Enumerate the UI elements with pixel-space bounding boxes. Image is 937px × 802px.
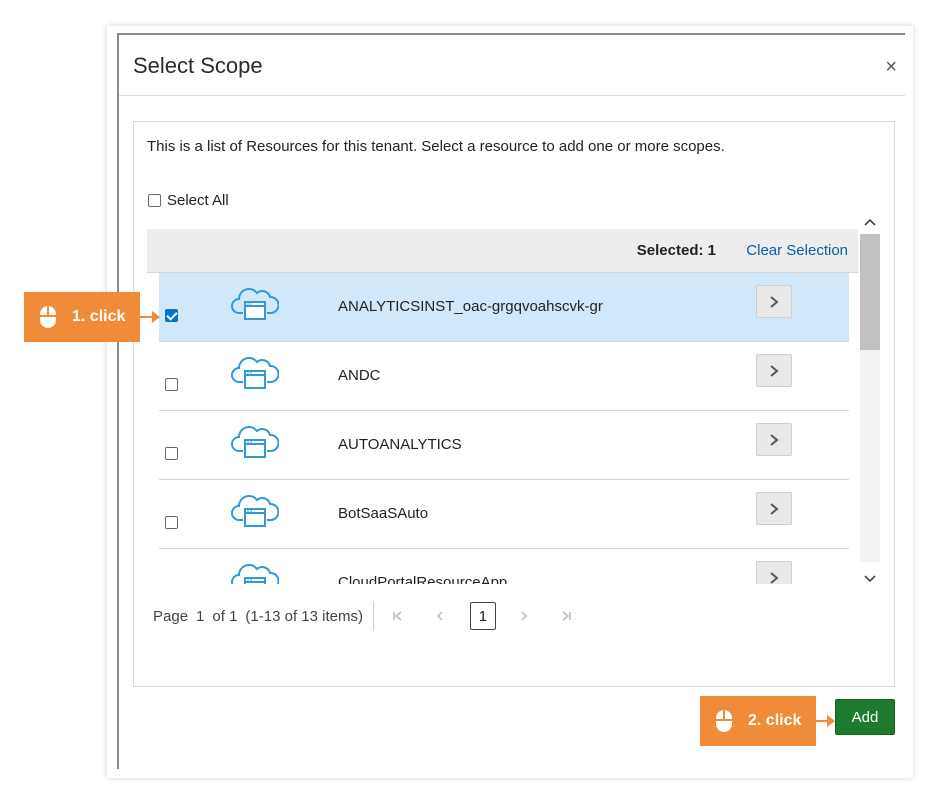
- first-page-icon[interactable]: [384, 606, 412, 626]
- scroll-thumb[interactable]: [860, 234, 880, 350]
- dialog-title: Select Scope: [133, 53, 263, 78]
- list-item[interactable]: ANALYTICSINST_oac-grgqvoahscvk-gr: [159, 273, 849, 342]
- list-item[interactable]: AUTOANALYTICS: [159, 411, 849, 480]
- chevron-right-icon[interactable]: [756, 354, 792, 387]
- resource-name: ANALYTICSINST_oac-grgqvoahscvk-gr: [338, 298, 603, 315]
- resource-name: ANDC: [338, 367, 381, 384]
- resource-name: AUTOANALYTICS: [338, 436, 462, 453]
- cloud-app-icon: [231, 495, 279, 527]
- resource-panel: This is a list of Resources for this ten…: [133, 121, 895, 687]
- cloud-app-icon: [231, 426, 279, 458]
- select-all-option[interactable]: Select All: [148, 192, 229, 209]
- arrow-icon: [140, 311, 160, 323]
- table-header: Selected: 1 Clear Selection: [147, 229, 858, 273]
- resource-name: CloudPortalResourceApp: [338, 574, 508, 584]
- page-label: Page: [153, 607, 189, 625]
- list-item[interactable]: ANDC: [159, 342, 849, 411]
- scroll-up-icon[interactable]: [863, 216, 877, 228]
- list-scrollbar[interactable]: [859, 212, 881, 585]
- mouse-icon: [716, 710, 732, 732]
- selected-count: Selected: 1: [636, 242, 716, 259]
- scroll-down-icon[interactable]: [863, 573, 877, 585]
- page-of-label: of 1: [212, 607, 238, 625]
- select-all-checkbox[interactable]: [148, 194, 161, 207]
- chevron-right-icon[interactable]: [756, 561, 792, 584]
- mouse-icon: [40, 306, 56, 328]
- select-all-label: Select All: [167, 192, 229, 209]
- cloud-app-icon: [231, 357, 279, 389]
- clear-selection-link[interactable]: Clear Selection: [746, 242, 848, 259]
- pagination: Page 1 of 1 (1-13 of 13 items) 1: [153, 601, 588, 631]
- callout-label: 1. click: [72, 308, 126, 325]
- description-text: This is a list of Resources for this ten…: [147, 138, 725, 155]
- row-checkbox[interactable]: [165, 516, 178, 529]
- row-checkbox[interactable]: [165, 447, 178, 460]
- close-icon[interactable]: ×: [885, 57, 897, 77]
- items-range: (1-13 of 13 items): [245, 607, 363, 625]
- list-item[interactable]: BotSaaSAuto: [159, 480, 849, 549]
- page-number: 1: [196, 607, 205, 625]
- callout-label: 2. click: [748, 712, 802, 729]
- last-page-icon[interactable]: [552, 606, 580, 626]
- chevron-right-icon[interactable]: [756, 492, 792, 525]
- prev-page-icon[interactable]: [426, 606, 454, 626]
- arrow-icon: [815, 715, 835, 727]
- pager-divider: [372, 601, 374, 631]
- list-item[interactable]: CloudPortalResourceApp: [159, 549, 849, 584]
- select-scope-dialog: Select Scope × This is a list of Resourc…: [117, 33, 905, 769]
- row-checkbox[interactable]: [165, 309, 178, 322]
- chevron-right-icon[interactable]: [756, 285, 792, 318]
- chevron-right-icon[interactable]: [756, 423, 792, 456]
- next-page-icon[interactable]: [510, 606, 538, 626]
- add-button[interactable]: Add: [835, 699, 895, 735]
- cloud-app-icon: [231, 564, 279, 584]
- cloud-app-icon: [231, 288, 279, 320]
- row-checkbox[interactable]: [165, 378, 178, 391]
- step-callout-1: 1. click: [24, 292, 140, 342]
- dialog-header: Select Scope ×: [119, 35, 905, 96]
- resource-name: BotSaaSAuto: [338, 505, 429, 522]
- current-page-button[interactable]: 1: [469, 602, 496, 630]
- step-callout-2: 2. click: [700, 696, 816, 746]
- resource-list: ANALYTICSINST_oac-grgqvoahscvk-gr ANDC A…: [159, 273, 849, 584]
